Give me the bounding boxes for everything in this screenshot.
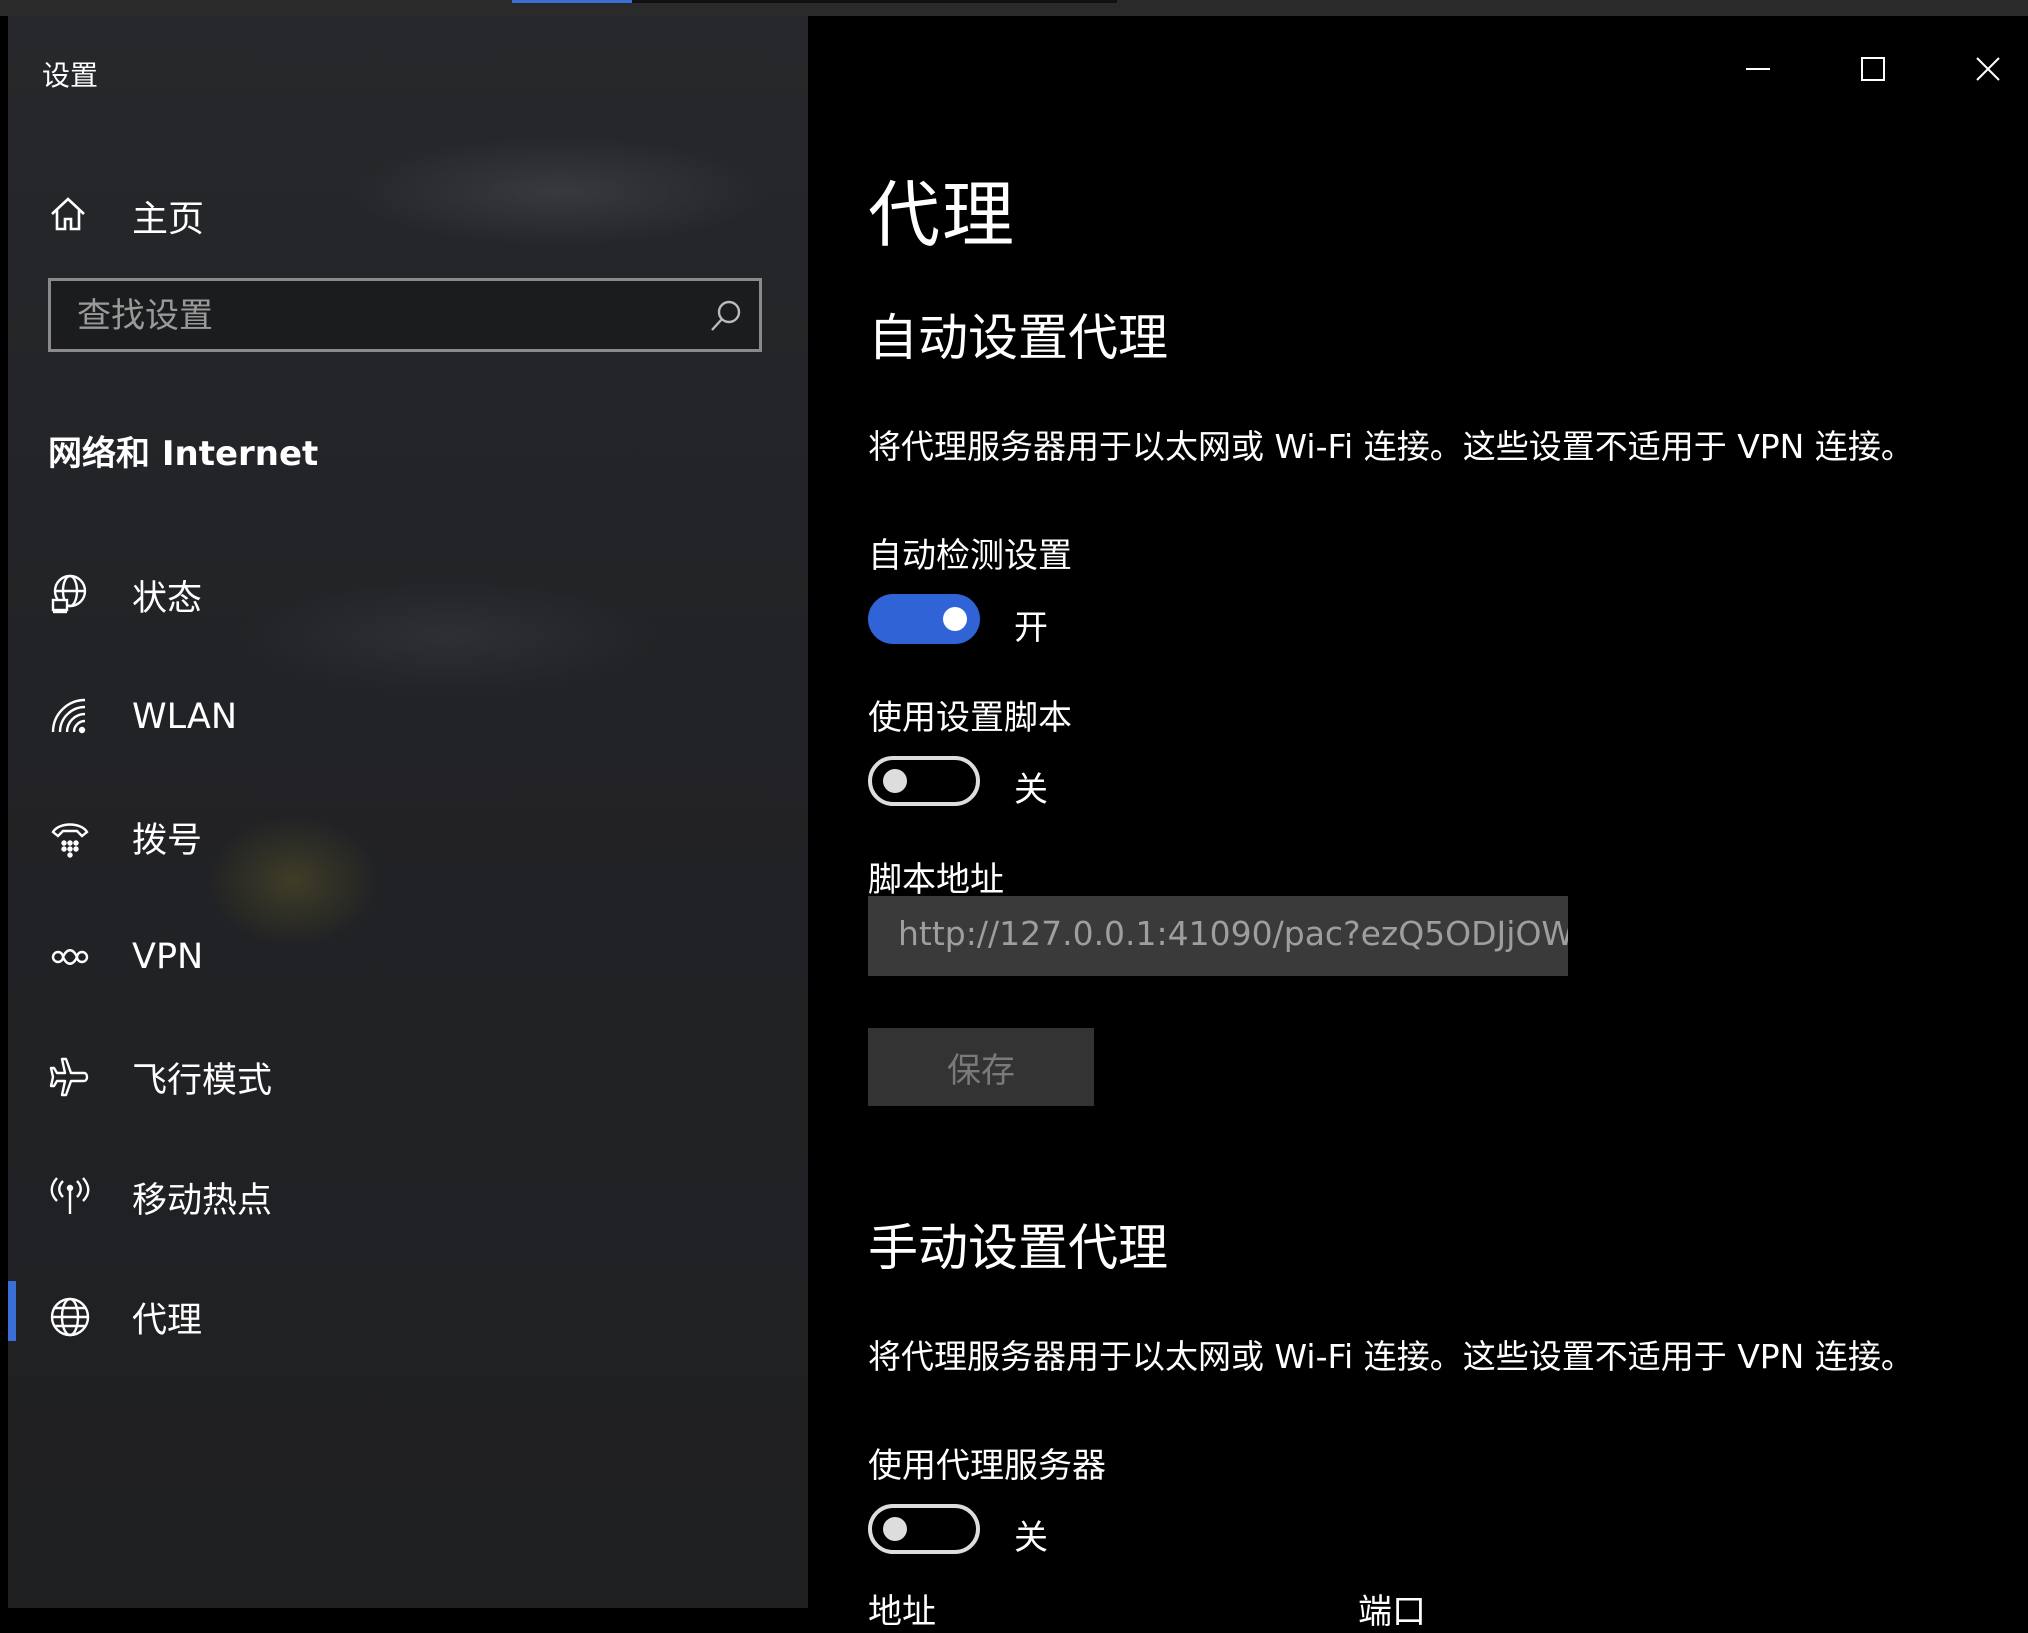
manual-proxy-heading: 手动设置代理 — [868, 1219, 1168, 1277]
use-proxy-label: 使用代理服务器 — [868, 1446, 1106, 1486]
sidebar-item-label: 主页 — [132, 199, 205, 240]
toggle-knob — [883, 769, 907, 793]
use-proxy-state: 关 — [1014, 1518, 1048, 1558]
sidebar-item-label: 移动热点 — [132, 1180, 273, 1221]
maximize-icon — [1859, 55, 1887, 87]
proxy-port-label: 端口 — [1358, 1592, 1426, 1632]
vpn-icon — [48, 935, 92, 979]
proxy-address-label: 地址 — [868, 1592, 936, 1632]
selected-indicator — [8, 1281, 16, 1341]
setup-script-toggle[interactable] — [868, 756, 980, 806]
script-address-field[interactable]: http://127.0.0.1:41090/pac?ezQ5ODJjOWE — [868, 896, 1568, 976]
sidebar-item-label: WLAN — [132, 697, 238, 737]
sidebar-item-wlan[interactable]: WLAN — [48, 682, 768, 752]
sidebar-item-label: VPN — [132, 937, 204, 977]
auto-detect-label: 自动检测设置 — [868, 536, 1072, 576]
sidebar-item-proxy[interactable]: 代理 — [48, 1282, 768, 1352]
sidebar-item-status[interactable]: 状态 — [48, 560, 768, 630]
toggle-knob — [943, 607, 967, 631]
tab-indicator — [512, 0, 632, 3]
globe-icon — [48, 1295, 92, 1339]
auto-proxy-heading: 自动设置代理 — [868, 309, 1168, 367]
sidebar: 设置 主页 网络和 Internet — [8, 16, 808, 1608]
sidebar-item-vpn[interactable]: VPN — [48, 922, 768, 992]
section-title: 网络和 Internet — [48, 434, 319, 474]
script-address-value: http://127.0.0.1:41090/pac?ezQ5ODJjOWE — [898, 914, 1568, 953]
auto-detect-state: 开 — [1014, 608, 1048, 648]
airplane-icon — [48, 1055, 92, 1099]
close-icon — [1974, 55, 2002, 87]
toggle-knob — [883, 1517, 907, 1541]
settings-window: 设置 主页 网络和 Internet — [8, 16, 2028, 1632]
auto-detect-toggle[interactable] — [868, 594, 980, 644]
auto-proxy-description: 将代理服务器用于以太网或 Wi-Fi 连接。这些设置不适用于 VPN 连接。 — [868, 427, 1914, 466]
manual-proxy-description: 将代理服务器用于以太网或 Wi-Fi 连接。这些设置不适用于 VPN 连接。 — [868, 1337, 1914, 1376]
sidebar-item-hotspot[interactable]: 移动热点 — [48, 1162, 768, 1232]
sidebar-item-label: 飞行模式 — [132, 1060, 273, 1101]
home-icon — [48, 194, 88, 238]
close-button[interactable] — [1958, 46, 2018, 96]
globe-status-icon — [48, 573, 92, 617]
sidebar-item-home[interactable]: 主页 — [48, 186, 768, 246]
search-box[interactable] — [48, 278, 762, 352]
use-proxy-toggle[interactable] — [868, 1504, 980, 1554]
setup-script-label: 使用设置脚本 — [868, 698, 1072, 738]
setup-script-state: 关 — [1014, 770, 1048, 810]
save-button[interactable]: 保存 — [868, 1028, 1094, 1106]
dialup-icon — [48, 815, 92, 859]
sidebar-item-label: 状态 — [132, 578, 203, 619]
sidebar-item-label: 拨号 — [132, 820, 203, 861]
page-title: 代理 — [868, 173, 1017, 257]
hotspot-icon — [48, 1175, 92, 1219]
minimize-button[interactable] — [1728, 46, 1788, 96]
maximize-button[interactable] — [1843, 46, 1903, 96]
tab-strip-dark — [632, 0, 1117, 3]
taskbar-strip — [0, 0, 2028, 16]
app-title: 设置 — [42, 59, 99, 92]
script-address-label: 脚本地址 — [868, 860, 1004, 900]
sidebar-item-airplane[interactable]: 飞行模式 — [48, 1042, 768, 1112]
sidebar-item-dialup[interactable]: 拨号 — [48, 802, 768, 872]
wifi-icon — [48, 695, 92, 739]
search-icon[interactable] — [709, 299, 743, 337]
content-pane: 代理 自动设置代理 将代理服务器用于以太网或 Wi-Fi 连接。这些设置不适用于… — [808, 16, 2028, 1632]
search-input[interactable] — [75, 291, 679, 341]
sidebar-item-label: 代理 — [132, 1300, 203, 1341]
minimize-icon — [1744, 55, 1772, 87]
